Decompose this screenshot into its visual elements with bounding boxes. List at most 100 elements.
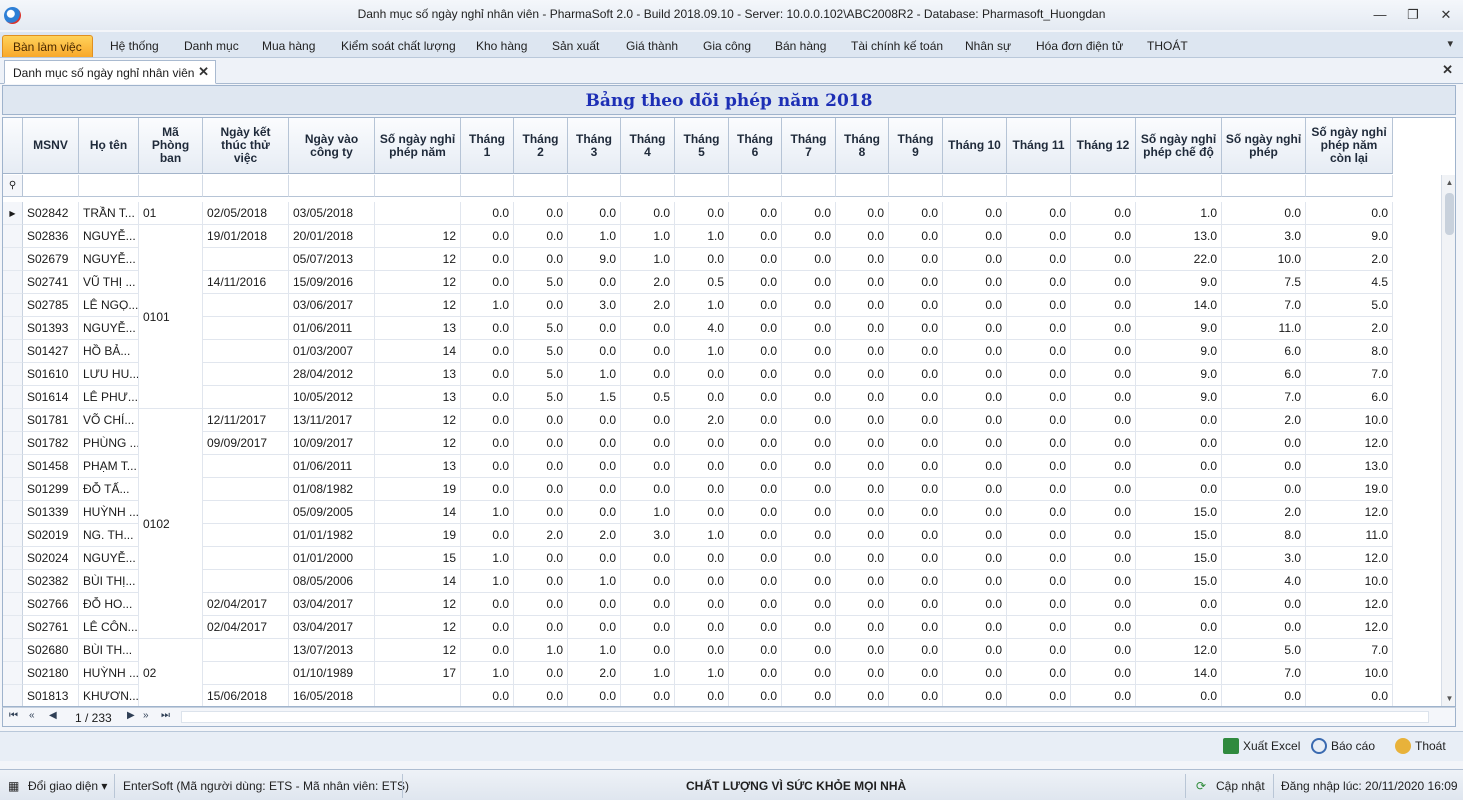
cell-msnv[interactable]: S02842 (23, 202, 79, 225)
cell-thang-3[interactable]: 0.0 (568, 685, 621, 706)
cell-msnv[interactable]: S02024 (23, 547, 79, 570)
cell-so-ngay-nghi-phep[interactable]: 6.0 (1222, 340, 1306, 363)
cell-thang-11[interactable]: 0.0 (1007, 317, 1071, 340)
cell-thang-5[interactable]: 0.0 (675, 616, 729, 639)
cell-thang-12[interactable]: 0.0 (1071, 455, 1136, 478)
cell-thang-11[interactable]: 0.0 (1007, 248, 1071, 271)
cell-thang-1[interactable]: 0.0 (461, 248, 514, 271)
cell-so-ngay-nghi-phep-che-do[interactable]: 15.0 (1136, 501, 1222, 524)
cell-thang-6[interactable]: 0.0 (729, 386, 782, 409)
cell-thang-10[interactable]: 0.0 (943, 294, 1007, 317)
cell-ngay-vao-cong-ty[interactable]: 01/10/1989 (289, 662, 375, 685)
cell-thang-1[interactable]: 1.0 (461, 547, 514, 570)
cell-so-ngay-nghi-phep-nam[interactable]: 13 (375, 317, 461, 340)
cell-thang-7[interactable]: 0.0 (782, 202, 836, 225)
cell-msnv[interactable]: S02019 (23, 524, 79, 547)
cell-thang-7[interactable]: 0.0 (782, 685, 836, 706)
cell-thang-12[interactable]: 0.0 (1071, 248, 1136, 271)
cell-thang-2[interactable]: 5.0 (514, 271, 568, 294)
cell-ngay-ket-thuc-thu-viec[interactable]: 15/06/2018 (203, 685, 289, 706)
cell-thang-11[interactable]: 0.0 (1007, 593, 1071, 616)
cell-so-ngay-nghi-phep-che-do[interactable]: 0.0 (1136, 432, 1222, 455)
cell-thang-3[interactable]: 1.0 (568, 225, 621, 248)
cell-ho-ten[interactable]: NGUYỄ... (79, 248, 139, 271)
cell-so-ngay-nghi-phep-che-do[interactable]: 0.0 (1136, 478, 1222, 501)
cell-thang-3[interactable]: 0.0 (568, 455, 621, 478)
tab-danh-muc-so-ngay-nghi[interactable]: Danh mục số ngày nghỉ nhân viên ✕ (4, 60, 216, 84)
cell-thang-8[interactable]: 0.0 (836, 317, 889, 340)
cell-so-ngay-nghi-phep-che-do[interactable]: 12.0 (1136, 639, 1222, 662)
cell-so-ngay-nghi-phep[interactable]: 11.0 (1222, 317, 1306, 340)
cell-ngay-vao-cong-ty[interactable]: 10/09/2017 (289, 432, 375, 455)
cell-so-ngay-nghi-phep-che-do[interactable]: 9.0 (1136, 317, 1222, 340)
cell-thang-10[interactable]: 0.0 (943, 662, 1007, 685)
cell-thang-1[interactable]: 0.0 (461, 225, 514, 248)
cell-so-ngay-nghi-phep-che-do[interactable]: 1.0 (1136, 202, 1222, 225)
cell-so-ngay-nghi-phep-nam[interactable]: 12 (375, 294, 461, 317)
cell-thang-12[interactable]: 0.0 (1071, 685, 1136, 706)
cell-so-ngay-nghi-phep-nam-con-lai[interactable]: 19.0 (1306, 478, 1393, 501)
cell-thang-11[interactable]: 0.0 (1007, 662, 1071, 685)
cell-thang-3[interactable]: 0.0 (568, 593, 621, 616)
cell-ngay-ket-thuc-thu-viec[interactable] (203, 317, 289, 340)
cell-so-ngay-nghi-phep[interactable]: 0.0 (1222, 202, 1306, 225)
column-header-thang-3[interactable]: Tháng 3 (568, 118, 621, 174)
cell-thang-8[interactable]: 0.0 (836, 386, 889, 409)
cell-thang-1[interactable]: 0.0 (461, 616, 514, 639)
cell-thang-7[interactable]: 0.0 (782, 455, 836, 478)
cell-thang-6[interactable]: 0.0 (729, 455, 782, 478)
cell-so-ngay-nghi-phep-nam-con-lai[interactable]: 0.0 (1306, 202, 1393, 225)
cell-thang-8[interactable]: 0.0 (836, 271, 889, 294)
column-header-thang-9[interactable]: Tháng 9 (889, 118, 943, 174)
menu-item-mua-hang[interactable]: Mua hàng (262, 35, 315, 57)
cell-thang-8[interactable]: 0.0 (836, 501, 889, 524)
cell-so-ngay-nghi-phep-nam-con-lai[interactable]: 7.0 (1306, 639, 1393, 662)
cell-thang-3[interactable]: 0.0 (568, 432, 621, 455)
cell-thang-5[interactable]: 0.0 (675, 478, 729, 501)
cell-thang-7[interactable]: 0.0 (782, 593, 836, 616)
cell-msnv[interactable]: S02679 (23, 248, 79, 271)
cell-thang-11[interactable]: 0.0 (1007, 478, 1071, 501)
cell-so-ngay-nghi-phep[interactable]: 7.0 (1222, 294, 1306, 317)
cell-so-ngay-nghi-phep[interactable]: 2.0 (1222, 409, 1306, 432)
filter-cell-thang-4[interactable] (621, 175, 675, 197)
cell-so-ngay-nghi-phep-che-do[interactable]: 22.0 (1136, 248, 1222, 271)
cell-thang-1[interactable]: 0.0 (461, 432, 514, 455)
cell-thang-4[interactable]: 0.0 (621, 455, 675, 478)
cell-so-ngay-nghi-phep-nam[interactable]: 14 (375, 340, 461, 363)
cell-ngay-vao-cong-ty[interactable]: 28/04/2012 (289, 363, 375, 386)
cell-thang-6[interactable]: 0.0 (729, 662, 782, 685)
cell-msnv[interactable]: S01781 (23, 409, 79, 432)
cell-ngay-vao-cong-ty[interactable]: 03/06/2017 (289, 294, 375, 317)
column-header-thang-7[interactable]: Tháng 7 (782, 118, 836, 174)
cell-thang-11[interactable]: 0.0 (1007, 271, 1071, 294)
menu-item-kiem-soat-chat-luong[interactable]: Kiểm soát chất lượng (341, 35, 456, 57)
cell-so-ngay-nghi-phep-nam[interactable]: 12 (375, 639, 461, 662)
cell-thang-11[interactable]: 0.0 (1007, 340, 1071, 363)
filter-cell-so-ngay-nghi-phep[interactable] (1222, 175, 1306, 197)
cell-ngay-vao-cong-ty[interactable]: 10/05/2012 (289, 386, 375, 409)
cell-so-ngay-nghi-phep-nam-con-lai[interactable]: 0.0 (1306, 685, 1393, 706)
cell-so-ngay-nghi-phep-nam[interactable]: 19 (375, 478, 461, 501)
cell-so-ngay-nghi-phep-nam[interactable]: 12 (375, 271, 461, 294)
cell-so-ngay-nghi-phep-nam[interactable] (375, 685, 461, 706)
cell-thang-2[interactable]: 0.0 (514, 547, 568, 570)
cell-so-ngay-nghi-phep-nam[interactable]: 12 (375, 593, 461, 616)
cell-thang-2[interactable]: 0.0 (514, 432, 568, 455)
cell-thang-6[interactable]: 0.0 (729, 202, 782, 225)
cell-thang-8[interactable]: 0.0 (836, 409, 889, 432)
cell-thang-12[interactable]: 0.0 (1071, 363, 1136, 386)
cell-so-ngay-nghi-phep-che-do[interactable]: 15.0 (1136, 524, 1222, 547)
filter-cell-thang-2[interactable] (514, 175, 568, 197)
cell-thang-12[interactable]: 0.0 (1071, 225, 1136, 248)
cell-thang-5[interactable]: 4.0 (675, 317, 729, 340)
cell-thang-12[interactable]: 0.0 (1071, 340, 1136, 363)
cell-msnv[interactable]: S02180 (23, 662, 79, 685)
cell-thang-10[interactable]: 0.0 (943, 202, 1007, 225)
cell-thang-11[interactable]: 0.0 (1007, 363, 1071, 386)
cell-so-ngay-nghi-phep-nam-con-lai[interactable]: 12.0 (1306, 547, 1393, 570)
cell-ngay-vao-cong-ty[interactable]: 01/06/2011 (289, 455, 375, 478)
cell-thang-3[interactable]: 2.0 (568, 524, 621, 547)
cell-thang-4[interactable]: 0.0 (621, 570, 675, 593)
cell-msnv[interactable]: S02766 (23, 593, 79, 616)
